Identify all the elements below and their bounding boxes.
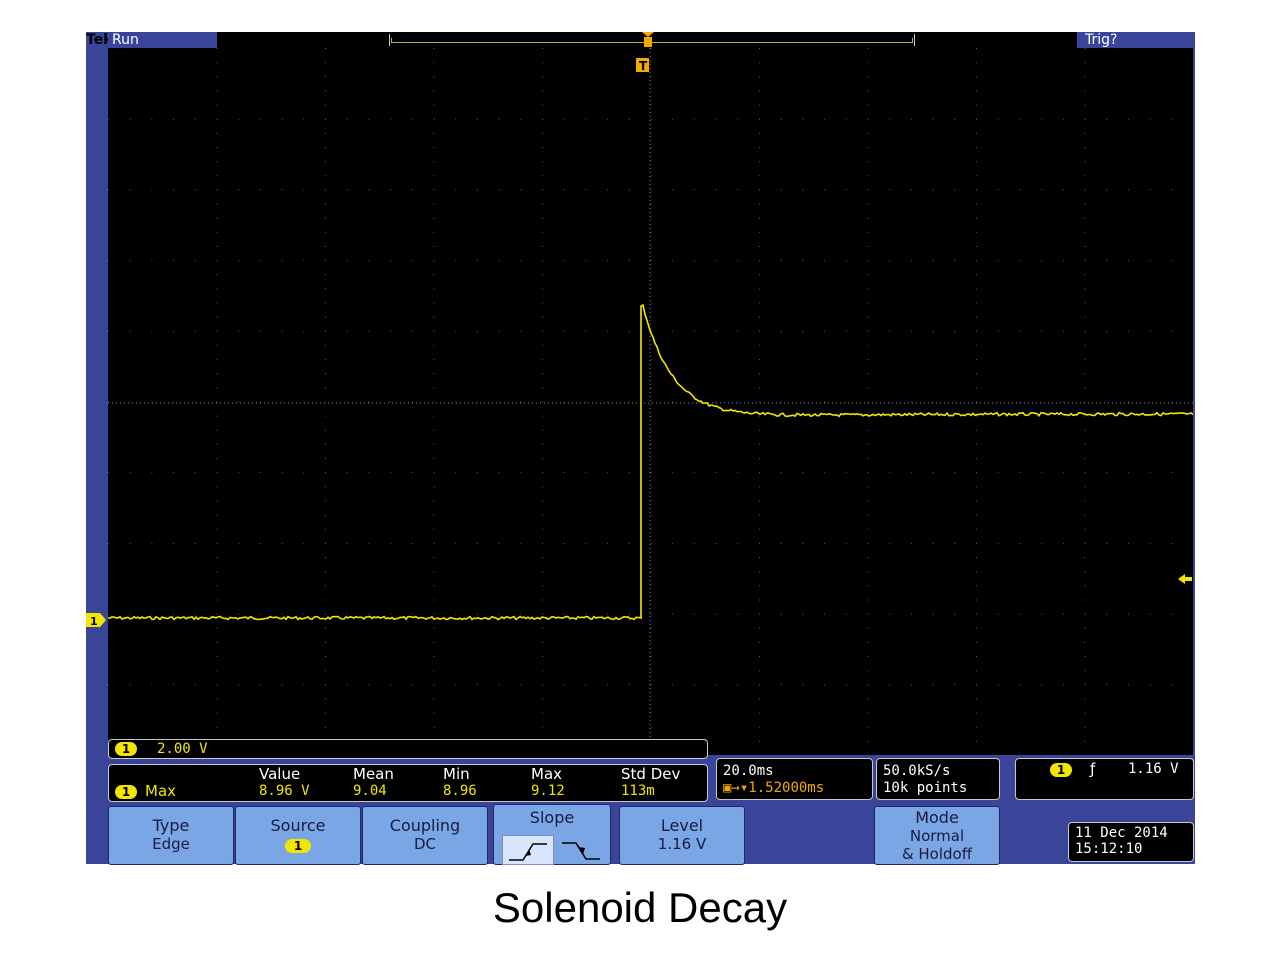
rising-slope-icon: ƒ (1090, 760, 1096, 778)
record-view-right-bracket (911, 34, 915, 46)
menu-coupling-title: Coupling (389, 816, 461, 835)
channel-scale-readout[interactable]: 1 2.00 V (108, 739, 708, 759)
trigger-readout[interactable]: 1 ƒ 1.16 V (1015, 758, 1194, 800)
slide-caption: Solenoid Decay (492, 884, 788, 931)
time-text: 15:12:10 (1075, 841, 1143, 857)
record-view-left-bracket (389, 34, 393, 46)
menu-source-value: 1 (285, 839, 311, 853)
acquisition-readout[interactable]: 50.0kS/s 10k points (876, 758, 1000, 800)
menu-coupling-value: DC (413, 835, 437, 853)
rising-edge-icon[interactable] (502, 835, 554, 865)
menu-mode-value: Normal (909, 827, 965, 845)
svg-text:1: 1 (90, 615, 98, 627)
trigger-position-icon: ▣→▾ (723, 780, 749, 796)
meas-header-mean: Mean (353, 765, 394, 783)
time-per-div: 20.0ms (723, 763, 774, 779)
sample-rate: 50.0kS/s (883, 763, 951, 779)
record-length: 10k points (883, 780, 968, 796)
menu-type-button[interactable]: Type Edge (108, 806, 234, 865)
meas-min: 8.96 (443, 783, 477, 799)
trigger-level-arrow-icon[interactable] (1178, 572, 1192, 586)
run-state-label: Run (112, 32, 139, 48)
measurement-channel-badge: 1 (115, 785, 137, 799)
channel-1-badge: 1 (115, 742, 137, 756)
meas-header-min: Min (443, 765, 470, 783)
meas-mean: 9.04 (353, 783, 387, 799)
menu-type-title: Type (152, 816, 190, 835)
horizontal-position: ▣→▾1.52000ms (723, 780, 825, 796)
menu-level-title: Level (660, 816, 704, 835)
status-bar: Tek Run Trig? (86, 32, 1195, 48)
meas-header-stddev: Std Dev (621, 765, 681, 783)
trigger-position-top-marker (642, 32, 654, 47)
channel-1-ground-marker[interactable]: 1 (86, 613, 108, 627)
svg-text:T: T (639, 59, 648, 73)
menu-mode-title: Mode (915, 808, 959, 827)
meas-header-max: Max (531, 765, 563, 783)
menu-mode-button[interactable]: Mode Normal & Holdoff (874, 806, 1000, 865)
meas-stddev: 113m (621, 783, 655, 799)
menu-coupling-button[interactable]: Coupling DC (362, 806, 488, 865)
menu-source-title: Source (270, 816, 326, 835)
menu-type-value: Edge (152, 835, 190, 853)
trigger-status-label: Trig? (1085, 32, 1118, 48)
graticule: T (108, 48, 1193, 755)
menu-level-button[interactable]: Level 1.16 V (619, 806, 745, 865)
meas-value: 8.96 V (259, 783, 310, 799)
run-state-indicator: Run (108, 32, 217, 48)
trigger-status-indicator: Trig? (1077, 32, 1195, 48)
menu-slope-title: Slope (529, 808, 575, 827)
measurement-readout[interactable]: Value Mean Min Max Std Dev 1 Max 8.96 V … (108, 764, 708, 802)
measurement-name: Max (145, 782, 177, 800)
meas-max: 9.12 (531, 783, 565, 799)
date-text: 11 Dec 2014 (1075, 825, 1168, 841)
trigger-level-value: 1.16 V (1128, 761, 1179, 777)
waveform-screen[interactable]: T (108, 48, 1193, 755)
horizontal-readout[interactable]: 20.0ms ▣→▾1.52000ms (716, 758, 873, 800)
menu-mode-holdoff: & Holdoff (901, 845, 973, 863)
menu-level-value: 1.16 V (657, 835, 707, 853)
brand-logo: Tek (86, 32, 113, 48)
meas-header-value: Value (259, 765, 301, 783)
oscilloscope-display: Tek Run Trig? T 1 1 2.00 V Value Mean Mi… (86, 32, 1195, 865)
trigger-source-badge: 1 (1050, 763, 1072, 777)
trigger-t-marker: T (636, 58, 649, 73)
graticule-grid (108, 48, 1173, 742)
channel-scale-value: 2.00 V (157, 741, 208, 757)
menu-slope-button[interactable]: Slope (493, 804, 611, 865)
falling-edge-icon[interactable] (556, 835, 606, 863)
menu-source-button[interactable]: Source 1 (235, 806, 361, 865)
datetime-readout: 11 Dec 2014 15:12:10 (1068, 822, 1194, 862)
